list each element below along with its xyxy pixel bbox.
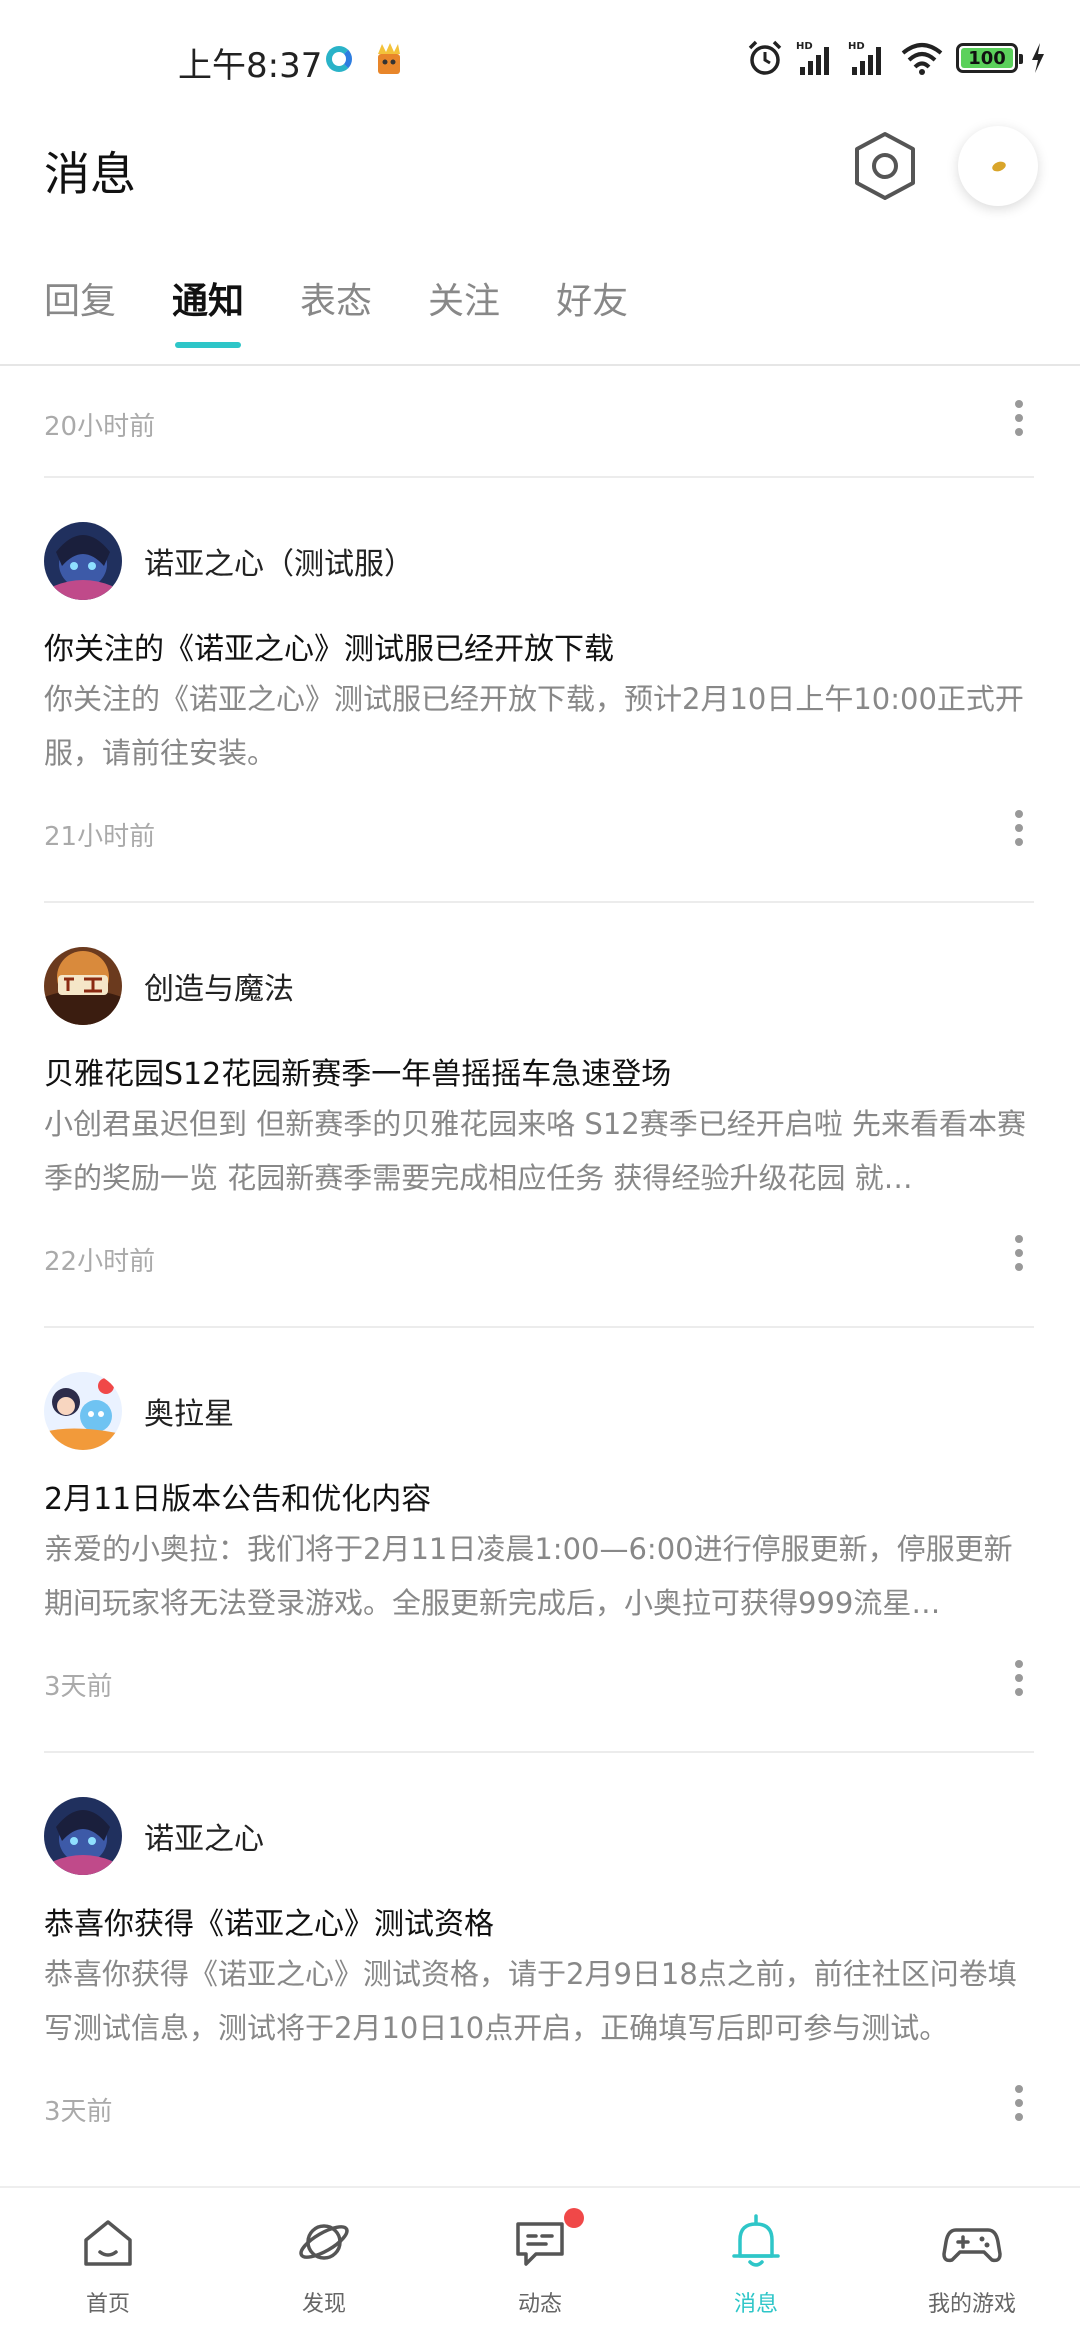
alarm-icon (748, 40, 782, 75)
tab-active-indicator (175, 342, 242, 348)
status-bar: 上午8:37 HD HD 100 (0, 0, 1080, 110)
more-options-icon[interactable] (1004, 400, 1034, 440)
game-avatar-icon[interactable] (44, 1797, 122, 1875)
nav-label: 我的游戏 (927, 2292, 1016, 2317)
game-avatar-icon[interactable] (44, 1372, 122, 1450)
notification-body: 你关注的《诺亚之心》测试服已经开放下载，预计2月10日上午10:00正式开服，请… (44, 682, 1024, 770)
browser-app-icon (326, 46, 352, 72)
sender-name: 诺亚之心（测试服） (144, 547, 414, 582)
previous-item-footer: 20小时前 (0, 366, 1080, 476)
charging-icon (1032, 43, 1044, 73)
user-avatar-button[interactable] (958, 126, 1038, 206)
hexagon-settings-icon[interactable] (852, 130, 918, 202)
sender-name: 创造与魔法 (144, 972, 294, 1007)
notification-title: 恭喜你获得《诺亚之心》测试资格 (44, 1907, 494, 1942)
notification-card[interactable]: 创造与魔法 贝雅花园S12花园新赛季一年兽摇摇车急速登场 小创君虽迟但到 但新赛… (0, 903, 1080, 1326)
gamepad-icon (942, 2228, 1002, 2263)
nav-label: 发现 (301, 2292, 346, 2317)
sender-row[interactable]: 奥拉星 (44, 1372, 234, 1450)
sender-row[interactable]: 诺亚之心 (44, 1797, 264, 1875)
notification-card[interactable]: 诺亚之心（测试服） 你关注的《诺亚之心》测试服已经开放下载 你关注的《诺亚之心》… (0, 478, 1080, 901)
sender-name: 奥拉星 (144, 1397, 234, 1432)
tab-label: 表态 (300, 281, 373, 322)
tab-label: 好友 (556, 281, 629, 322)
game-avatar-icon[interactable] (44, 522, 122, 600)
notification-body: 小创君虽迟但到 但新赛季的贝雅花园来咯 S12赛季已经开启啦 先来看看本赛季的奖… (44, 1107, 1026, 1195)
nav-label: 消息 (733, 2292, 778, 2317)
tab-reply[interactable]: 回复 (44, 278, 116, 348)
planet-icon (299, 2224, 349, 2260)
avatar-image (990, 159, 1008, 174)
bottom-nav: 首页 发现 动态 消息 我的游戏 (0, 2186, 1080, 2342)
tab-notifications[interactable]: 通知 (172, 278, 244, 348)
sender-row[interactable]: 创造与魔法 (44, 947, 294, 1025)
notification-body: 恭喜你获得《诺亚之心》测试资格，请于2月9日18点之前，前往社区问卷填写测试信息… (44, 1957, 1017, 2045)
notification-time: 3天前 (44, 2097, 113, 2127)
hd-signal-icon: HD (848, 41, 881, 75)
tab-label: 通知 (172, 281, 245, 322)
status-time: 上午8:37 (178, 46, 323, 86)
tab-label: 关注 (428, 281, 501, 322)
notification-time: 21小时前 (44, 822, 156, 852)
nav-label: 动态 (517, 2292, 562, 2317)
notification-body: 亲爱的小奥拉：我们将于2月11日凌晨1:00—6:00进行停服更新，停服更新期间… (44, 1532, 1013, 1620)
notification-title: 贝雅花园S12花园新赛季一年兽摇摇车急速登场 (44, 1057, 672, 1092)
notification-card[interactable]: 奥拉星 2月11日版本公告和优化内容 亲爱的小奥拉：我们将于2月11日凌晨1:0… (0, 1328, 1080, 1751)
tab-friends[interactable]: 好友 (556, 278, 628, 348)
page-title: 消息 (44, 147, 136, 201)
more-options-icon[interactable] (1004, 1660, 1034, 1700)
nav-my-games[interactable]: 我的游戏 (864, 2188, 1080, 2342)
home-icon (84, 2220, 132, 2266)
status-icons: HD HD 100 (746, 36, 1046, 80)
nav-home[interactable]: 首页 (0, 2188, 216, 2342)
svg-text:HD: HD (796, 41, 813, 52)
notification-badge (564, 2208, 584, 2228)
nav-messages[interactable]: 消息 (648, 2188, 864, 2342)
more-options-icon[interactable] (1004, 2085, 1034, 2125)
notification-title: 你关注的《诺亚之心》测试服已经开放下载 (44, 632, 614, 667)
nav-discover[interactable]: 发现 (216, 2188, 432, 2342)
bell-icon (732, 2214, 780, 2267)
tab-reactions[interactable]: 表态 (300, 278, 372, 348)
sender-row[interactable]: 诺亚之心（测试服） (44, 522, 414, 600)
notification-feed[interactable]: 20小时前 诺亚之心（测试服） 你关注的《诺亚之心》测试服已经开放下载 你关注的… (0, 366, 1080, 2176)
battery-icon: 100 (956, 43, 1023, 73)
game-avatar-icon[interactable] (44, 947, 122, 1025)
sender-name: 诺亚之心 (144, 1822, 264, 1857)
message-tabs: 回复 通知 表态 关注 好友 (44, 278, 684, 348)
notification-title: 2月11日版本公告和优化内容 (44, 1482, 432, 1517)
nav-label: 首页 (85, 2292, 130, 2317)
battery-level: 100 (968, 47, 1006, 69)
nav-feed[interactable]: 动态 (432, 2188, 648, 2342)
notification-time: 22小时前 (44, 1247, 156, 1277)
notification-time: 20小时前 (44, 412, 156, 442)
more-options-icon[interactable] (1004, 1235, 1034, 1275)
game-app-icon (378, 43, 400, 74)
wifi-icon (901, 43, 943, 75)
hd-signal-icon: HD (796, 41, 829, 75)
tab-label: 回复 (44, 281, 117, 322)
notification-card[interactable]: 诺亚之心 恭喜你获得《诺亚之心》测试资格 恭喜你获得《诺亚之心》测试资格，请于2… (0, 1753, 1080, 2176)
more-options-icon[interactable] (1004, 810, 1034, 850)
tab-follows[interactable]: 关注 (428, 278, 500, 348)
svg-text:HD: HD (848, 41, 865, 52)
notification-time: 3天前 (44, 1672, 113, 1702)
chat-icon (516, 2222, 564, 2266)
